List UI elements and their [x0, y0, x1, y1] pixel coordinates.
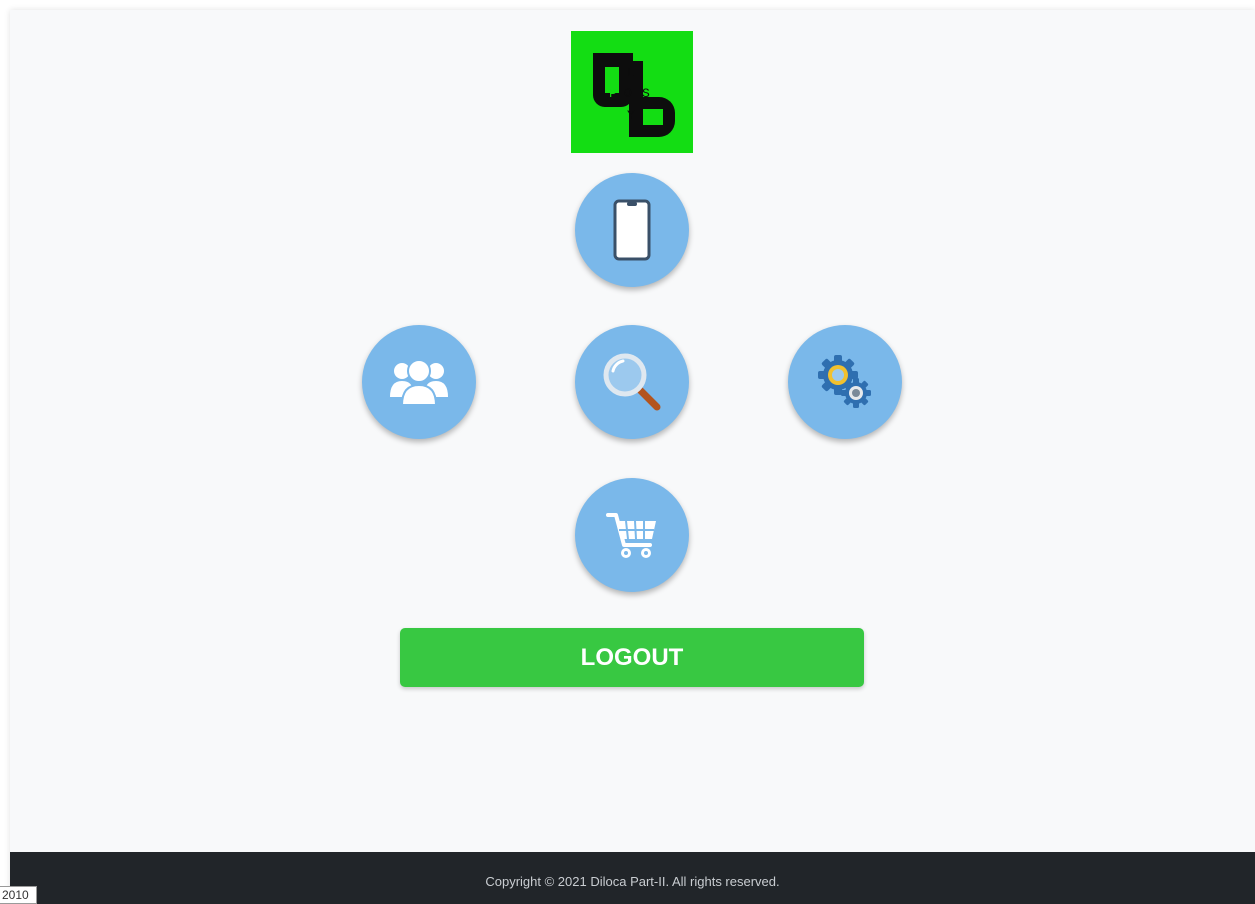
- shopping-cart-icon: [606, 513, 656, 558]
- corner-tooltip: 2010: [0, 886, 37, 904]
- footer: Copyright © 2021 Diloca Part-II. All rig…: [10, 852, 1255, 904]
- settings-button[interactable]: [788, 325, 902, 439]
- logout-button[interactable]: LOGOUT: [400, 628, 864, 687]
- phone-icon: [613, 199, 651, 261]
- posy-logo: L P O S Y: [571, 31, 693, 153]
- logo-letter-p: P: [609, 86, 617, 101]
- phone-button[interactable]: [575, 173, 689, 287]
- search-button[interactable]: [575, 325, 689, 439]
- users-group-icon: [390, 359, 448, 406]
- logo-letter-s: S: [642, 86, 650, 101]
- magnifier-icon: [603, 353, 661, 411]
- cart-button[interactable]: [575, 478, 689, 592]
- copyright-text: Copyright © 2021 Diloca Part-II. All rig…: [485, 873, 780, 889]
- main-panel: L P O S Y LOGOUT Copyright © 2021 Diloca…: [10, 10, 1255, 904]
- users-button[interactable]: [362, 325, 476, 439]
- gears-icon: [818, 355, 871, 408]
- logo-letter-l: L: [627, 65, 635, 80]
- logo-letter-o: O: [624, 86, 632, 101]
- logo-letter-y: Y: [627, 108, 635, 123]
